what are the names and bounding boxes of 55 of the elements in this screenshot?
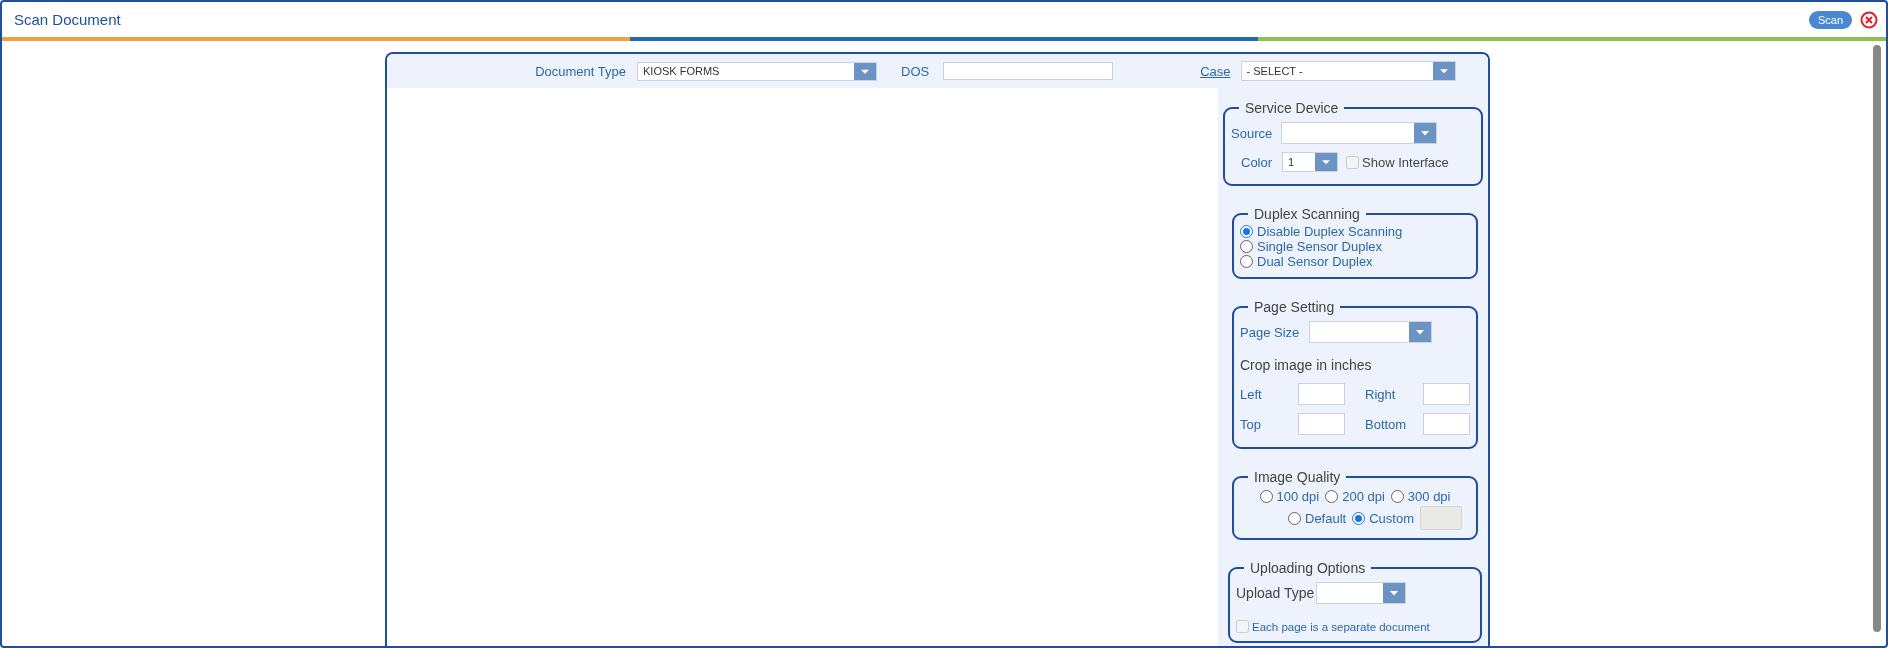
text-field[interactable]: [1298, 413, 1345, 435]
crop-caption: Crop image in inches: [1240, 357, 1373, 373]
text-field[interactable]: [943, 62, 1114, 80]
caret-icon[interactable]: [1409, 322, 1432, 342]
caret-icon[interactable]: [1432, 62, 1455, 80]
radio-label: Custom: [1369, 510, 1414, 526]
field-label: Right: [1365, 386, 1396, 402]
checkbox-label: Each page is a separate document: [1252, 620, 1430, 633]
case-link[interactable]: Case: [1200, 63, 1231, 79]
radio-label: 100 dpi: [1276, 489, 1320, 504]
dropdown[interactable]: [1281, 122, 1438, 144]
caret-icon[interactable]: [1315, 153, 1338, 171]
radio-button[interactable]: [1325, 490, 1339, 503]
caret-icon[interactable]: [854, 62, 876, 80]
window-title: Scan Document: [14, 11, 122, 28]
radio-label: Single Sensor Duplex: [1257, 239, 1383, 254]
field-label: Left: [1240, 386, 1262, 402]
dropdown[interactable]: - SELECT -: [1240, 61, 1456, 81]
close-icon[interactable]: [1860, 10, 1878, 29]
checkbox-label: Show Interface: [1362, 154, 1449, 170]
radio-button[interactable]: [1288, 511, 1301, 525]
dropdown[interactable]: [1316, 582, 1407, 604]
text-field[interactable]: [1298, 383, 1345, 405]
group-title: Duplex Scanning: [1254, 206, 1360, 222]
radio-button[interactable]: [1240, 240, 1253, 253]
field-label: Upload Type: [1236, 585, 1315, 601]
text-field[interactable]: [1423, 413, 1470, 435]
field-label: Page Size: [1240, 324, 1300, 340]
field-label: Source: [1231, 125, 1273, 141]
text-field[interactable]: [1423, 383, 1470, 405]
group-title: Image Quality: [1254, 469, 1341, 485]
field-label: DOS: [901, 63, 930, 79]
scan-button[interactable]: Scan: [1808, 10, 1852, 29]
radio-label: 300 dpi: [1407, 489, 1451, 504]
radio-button[interactable]: [1352, 511, 1366, 525]
dropdown[interactable]: 1: [1282, 152, 1339, 172]
field-label: Color: [1241, 154, 1273, 170]
radio-button[interactable]: [1259, 490, 1273, 503]
field-label: Top: [1240, 416, 1261, 432]
field-label: Document Type: [535, 63, 626, 79]
dropdown[interactable]: [1309, 321, 1433, 343]
radio-label: Disable Duplex Scanning: [1257, 224, 1403, 239]
radio-button[interactable]: [1240, 255, 1253, 268]
radio-label: Dual Sensor Duplex: [1257, 254, 1373, 269]
group-title: Service Device: [1245, 100, 1339, 116]
group-title: Uploading Options: [1250, 560, 1366, 576]
radio-button[interactable]: [1240, 225, 1253, 238]
radio-button[interactable]: [1390, 490, 1404, 503]
dropdown[interactable]: KIOSK FORMS: [637, 61, 877, 81]
radio-label: Default: [1305, 510, 1347, 526]
caret-icon[interactable]: [1414, 123, 1437, 143]
radio-label: 200 dpi: [1342, 489, 1385, 504]
caret-icon[interactable]: [1383, 583, 1406, 603]
group-title: Page Setting: [1254, 299, 1335, 315]
field-label: Bottom: [1365, 416, 1407, 432]
